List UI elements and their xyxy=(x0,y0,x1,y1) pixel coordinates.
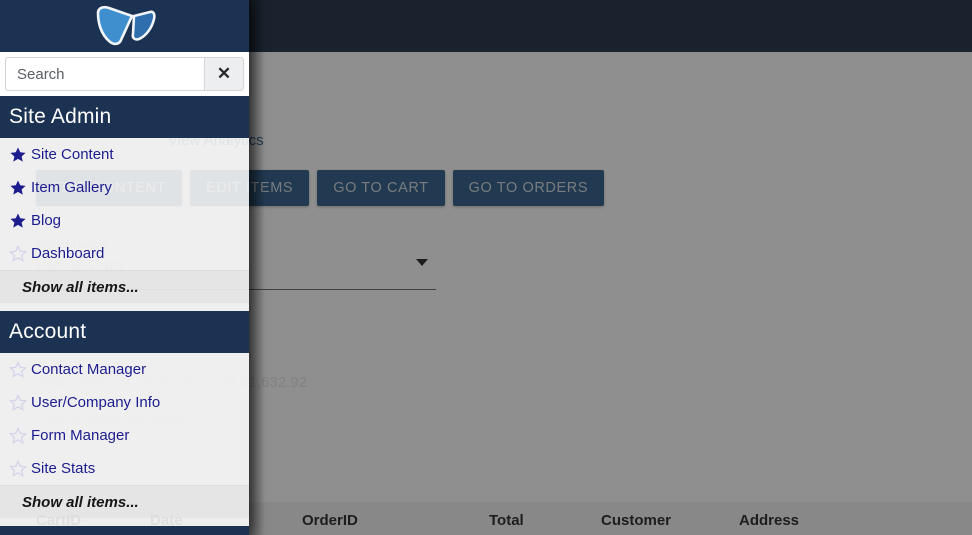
star-outline-icon[interactable] xyxy=(7,394,29,412)
drawer-logo-area xyxy=(0,0,249,52)
search-input[interactable]: Search xyxy=(5,57,204,91)
sidebar-item-label: Dashboard xyxy=(31,245,104,262)
section-header-next[interactable] xyxy=(0,526,249,535)
sidebar-item-label: User/Company Info xyxy=(31,394,160,411)
column-header-customer[interactable]: Customer xyxy=(601,512,671,529)
sidebar-item-form-manager[interactable]: Form Manager xyxy=(0,419,249,452)
section-spacer xyxy=(0,518,249,526)
column-header-total[interactable]: Total xyxy=(489,512,524,529)
section-spacer xyxy=(0,303,249,311)
sidebar-item-blog[interactable]: Blog xyxy=(0,204,249,237)
star-outline-icon[interactable] xyxy=(7,245,29,263)
star-outline-icon[interactable] xyxy=(7,427,29,445)
star-filled-icon[interactable] xyxy=(7,146,29,164)
star-outline-icon[interactable] xyxy=(7,361,29,379)
sidebar-item-site-content[interactable]: Site Content xyxy=(0,138,249,171)
section-body-account: Contact Manager User/Company Info Form M… xyxy=(0,353,249,485)
app-root: Dashboard View Analytics EDIT CONTENT ED… xyxy=(0,0,972,535)
sidebar-item-user-company-info[interactable]: User/Company Info xyxy=(0,386,249,419)
sidebar-item-label: Site Stats xyxy=(31,460,95,477)
section-header-account[interactable]: Account xyxy=(0,311,249,353)
show-all-items-account[interactable]: Show all items... xyxy=(0,485,249,518)
section-header-site-admin[interactable]: Site Admin xyxy=(0,96,249,138)
navigation-drawer: Search ✕ Site Admin Site Content Item Ga… xyxy=(0,0,249,535)
sidebar-item-site-stats[interactable]: Site Stats xyxy=(0,452,249,485)
sidebar-item-item-gallery[interactable]: Item Gallery xyxy=(0,171,249,204)
column-header-address[interactable]: Address xyxy=(739,512,799,529)
drawer-search-row: Search ✕ xyxy=(0,52,249,96)
sidebar-item-label: Site Content xyxy=(31,146,114,163)
sidebar-item-label: Form Manager xyxy=(31,427,129,444)
go-to-orders-button[interactable]: GO TO ORDERS xyxy=(453,170,604,206)
section-body-site-admin: Site Content Item Gallery Blog Dashboard xyxy=(0,138,249,270)
star-filled-icon[interactable] xyxy=(7,212,29,230)
chevron-down-icon[interactable] xyxy=(416,259,428,266)
leaf-logo-icon[interactable] xyxy=(94,4,156,48)
sidebar-item-label: Contact Manager xyxy=(31,361,146,378)
sidebar-item-label: Item Gallery xyxy=(31,179,112,196)
column-header-orderid[interactable]: OrderID xyxy=(302,512,358,529)
sidebar-item-contact-manager[interactable]: Contact Manager xyxy=(0,353,249,386)
sidebar-item-label: Blog xyxy=(31,212,61,229)
go-to-cart-button[interactable]: GO TO CART xyxy=(317,170,444,206)
close-icon[interactable]: ✕ xyxy=(204,57,244,91)
sidebar-item-dashboard[interactable]: Dashboard xyxy=(0,237,249,270)
search-placeholder: Search xyxy=(17,66,65,83)
star-outline-icon[interactable] xyxy=(7,460,29,478)
show-all-items-site-admin[interactable]: Show all items... xyxy=(0,270,249,303)
star-filled-icon[interactable] xyxy=(7,179,29,197)
